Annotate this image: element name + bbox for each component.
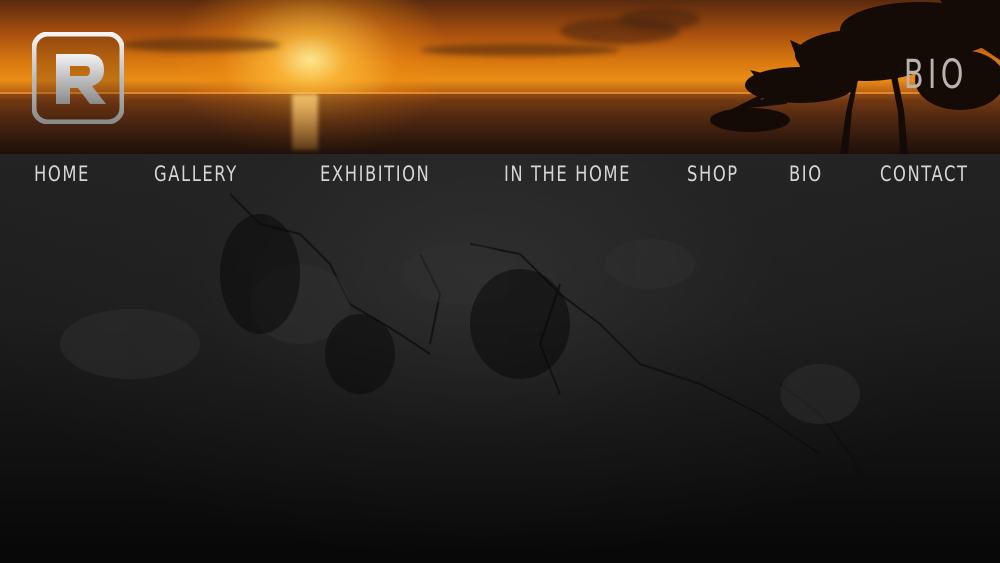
stone-texture bbox=[60, 193, 871, 495]
nav-item-home[interactable]: HOME bbox=[34, 162, 90, 186]
nav-item-shop[interactable]: SHOP bbox=[687, 162, 739, 186]
r-logo-icon[interactable] bbox=[32, 32, 124, 124]
header-banner: BIO bbox=[0, 0, 1000, 154]
sun-reflection bbox=[292, 94, 318, 150]
nav-item-in-the-home[interactable]: IN THE HOME bbox=[504, 162, 631, 186]
page-heading: BIO bbox=[904, 52, 968, 98]
nav-item-bio[interactable]: BIO bbox=[789, 162, 823, 186]
nav-item-exhibition[interactable]: EXHIBITION bbox=[320, 162, 430, 186]
main-nav: HOME GALLERY EXHIBITION IN THE HOME SHOP… bbox=[0, 154, 1000, 194]
content-area bbox=[0, 154, 1000, 563]
nav-item-gallery[interactable]: GALLERY bbox=[154, 162, 238, 186]
cloud bbox=[120, 38, 280, 52]
cloud bbox=[420, 44, 620, 56]
cloud bbox=[620, 8, 700, 30]
nav-item-contact[interactable]: CONTACT bbox=[880, 162, 969, 186]
